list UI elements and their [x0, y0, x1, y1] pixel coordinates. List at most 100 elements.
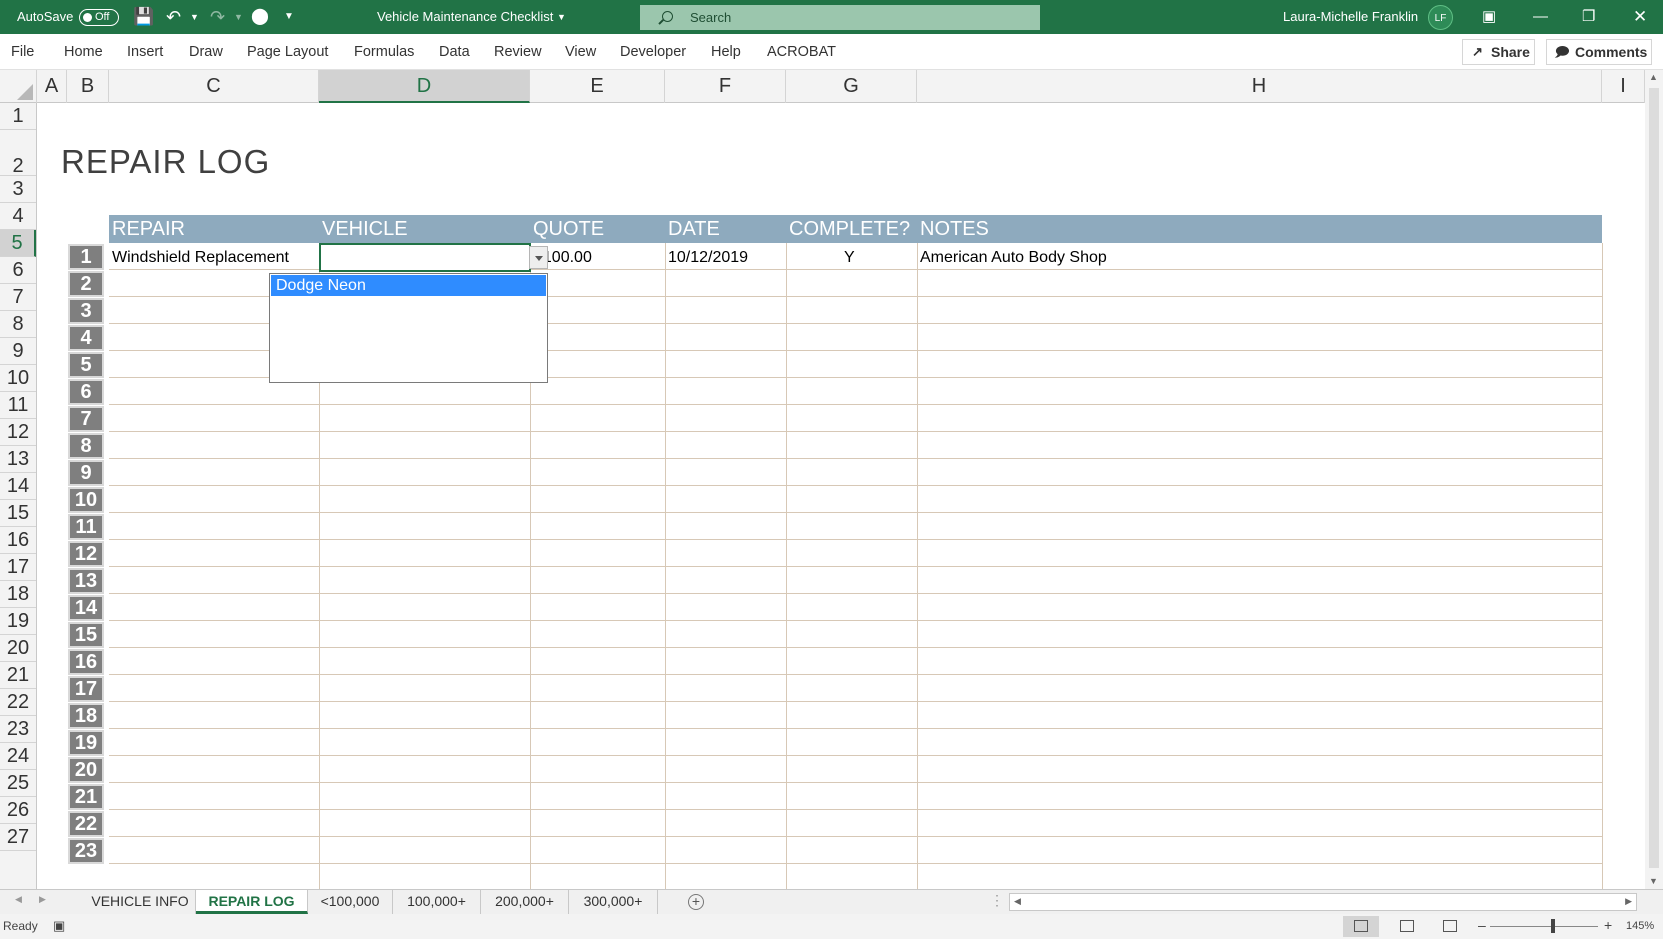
entry-number[interactable]: 12: [68, 541, 104, 567]
menu-help[interactable]: Help: [711, 34, 741, 70]
entry-number[interactable]: 10: [68, 487, 104, 513]
column-header-f[interactable]: F: [665, 70, 786, 103]
table-row[interactable]: [109, 486, 1602, 513]
entry-number[interactable]: 19: [68, 730, 104, 756]
entry-number[interactable]: 22: [68, 811, 104, 837]
table-row[interactable]: [109, 756, 1602, 783]
table-row[interactable]: [109, 729, 1602, 756]
autosave-toggle[interactable]: Off: [79, 9, 119, 26]
table-row[interactable]: [109, 810, 1602, 837]
save-icon[interactable]: 💾: [133, 0, 154, 34]
active-cell-vehicle[interactable]: [319, 243, 531, 272]
zoom-level[interactable]: 145%: [1626, 920, 1654, 932]
vertical-scrollbar[interactable]: ▲ ▼: [1645, 70, 1663, 890]
zoom-out-icon[interactable]: –: [1478, 917, 1486, 933]
zoom-in-icon[interactable]: +: [1604, 917, 1612, 933]
table-row[interactable]: [109, 432, 1602, 459]
row-header-14[interactable]: 14: [0, 473, 36, 500]
table-row[interactable]: [109, 783, 1602, 810]
horizontal-scrollbar[interactable]: ◀ ▶: [1009, 893, 1637, 911]
row-header-15[interactable]: 15: [0, 500, 36, 527]
share-button[interactable]: ↗ Share: [1462, 39, 1535, 65]
entry-number[interactable]: 13: [68, 568, 104, 594]
menu-page-layout[interactable]: Page Layout: [247, 34, 328, 70]
ribbon-display-icon[interactable]: ▣: [1482, 0, 1496, 34]
row-header-5[interactable]: 5: [0, 230, 36, 257]
entry-number[interactable]: 15: [68, 622, 104, 648]
user-name[interactable]: Laura-Michelle Franklin: [1283, 0, 1418, 34]
entry-number[interactable]: 4: [68, 325, 104, 351]
dropdown-option[interactable]: Dodge Neon: [271, 275, 546, 296]
column-header-b[interactable]: B: [67, 70, 109, 103]
column-header-h[interactable]: H: [917, 70, 1602, 103]
entry-number[interactable]: 21: [68, 784, 104, 810]
tab-vehicle-info[interactable]: VEHICLE INFO: [85, 890, 196, 914]
table-row[interactable]: [109, 405, 1602, 432]
tab-200000-plus[interactable]: 200,000+: [481, 890, 569, 914]
worksheet-grid[interactable]: REPAIR LOG REPAIR VEHICLE QUOTE DATE COM…: [37, 103, 1630, 889]
redo-icon[interactable]: ↷: [210, 0, 225, 34]
entry-number[interactable]: 20: [68, 757, 104, 783]
row-header-20[interactable]: 20: [0, 635, 36, 662]
row-header-12[interactable]: 12: [0, 419, 36, 446]
page-break-view-button[interactable]: [1432, 916, 1468, 937]
table-row[interactable]: [109, 567, 1602, 594]
table-row[interactable]: [109, 648, 1602, 675]
title-dropdown-icon[interactable]: ▼: [557, 0, 566, 34]
row-header-24[interactable]: 24: [0, 743, 36, 770]
entry-number[interactable]: 7: [68, 406, 104, 432]
menu-data[interactable]: Data: [439, 34, 470, 70]
menu-draw[interactable]: Draw: [189, 34, 223, 70]
entry-number[interactable]: 8: [68, 433, 104, 459]
scroll-right-icon[interactable]: ▶: [1625, 896, 1632, 907]
tab-repair-log[interactable]: REPAIR LOG: [196, 890, 308, 914]
menu-developer[interactable]: Developer: [620, 34, 686, 70]
row-header-17[interactable]: 17: [0, 554, 36, 581]
table-row[interactable]: [109, 621, 1602, 648]
zoom-slider[interactable]: [1490, 926, 1598, 927]
tab-scroll-right-icon[interactable]: ▶: [39, 894, 46, 905]
tab-under-100000[interactable]: <100,000: [308, 890, 393, 914]
tab-100000-plus[interactable]: 100,000+: [393, 890, 481, 914]
table-row[interactable]: [109, 540, 1602, 567]
entry-number[interactable]: 18: [68, 703, 104, 729]
entry-number[interactable]: 17: [68, 676, 104, 702]
validation-dropdown-list[interactable]: Dodge Neon: [269, 273, 548, 383]
table-row[interactable]: [109, 459, 1602, 486]
row-header-2[interactable]: 2: [0, 130, 36, 177]
minimize-icon[interactable]: —: [1533, 0, 1548, 34]
menu-file[interactable]: File: [11, 34, 34, 70]
tab-split-handle-icon[interactable]: ⋮: [990, 892, 1004, 909]
menu-review[interactable]: Review: [494, 34, 542, 70]
row-header-4[interactable]: 4: [0, 203, 36, 230]
entry-number[interactable]: 11: [68, 514, 104, 540]
add-sheet-button[interactable]: +: [688, 894, 704, 910]
row-header-3[interactable]: 3: [0, 176, 36, 203]
table-row[interactable]: [109, 837, 1602, 864]
comments-button[interactable]: 🗩 Comments: [1546, 39, 1652, 65]
row-header-23[interactable]: 23: [0, 716, 36, 743]
tab-scroll-left-icon[interactable]: ◀: [15, 894, 22, 905]
entry-number[interactable]: 2: [68, 271, 104, 297]
touch-mode-icon[interactable]: ⬤: [251, 0, 269, 34]
menu-insert[interactable]: Insert: [127, 34, 163, 70]
column-header-d[interactable]: D: [319, 70, 530, 103]
menu-home[interactable]: Home: [64, 34, 103, 70]
page-layout-view-button[interactable]: [1389, 916, 1425, 937]
dropdown-arrow-icon[interactable]: [529, 246, 548, 269]
restore-icon[interactable]: ❐: [1582, 0, 1595, 34]
row-header-11[interactable]: 11: [0, 392, 36, 419]
redo-dropdown-icon[interactable]: ▼: [234, 0, 243, 34]
column-header-e[interactable]: E: [530, 70, 665, 103]
cell-date[interactable]: 10/12/2019: [668, 249, 748, 267]
cell-repair[interactable]: Windshield Replacement: [112, 249, 289, 267]
row-header-7[interactable]: 7: [0, 284, 36, 311]
entry-number[interactable]: 3: [68, 298, 104, 324]
menu-acrobat[interactable]: ACROBAT: [767, 34, 836, 70]
row-header-1[interactable]: 1: [0, 103, 36, 130]
entry-number[interactable]: 5: [68, 352, 104, 378]
normal-view-button[interactable]: [1343, 916, 1379, 937]
select-all-button[interactable]: [0, 70, 37, 103]
table-row[interactable]: [109, 675, 1602, 702]
row-header-22[interactable]: 22: [0, 689, 36, 716]
